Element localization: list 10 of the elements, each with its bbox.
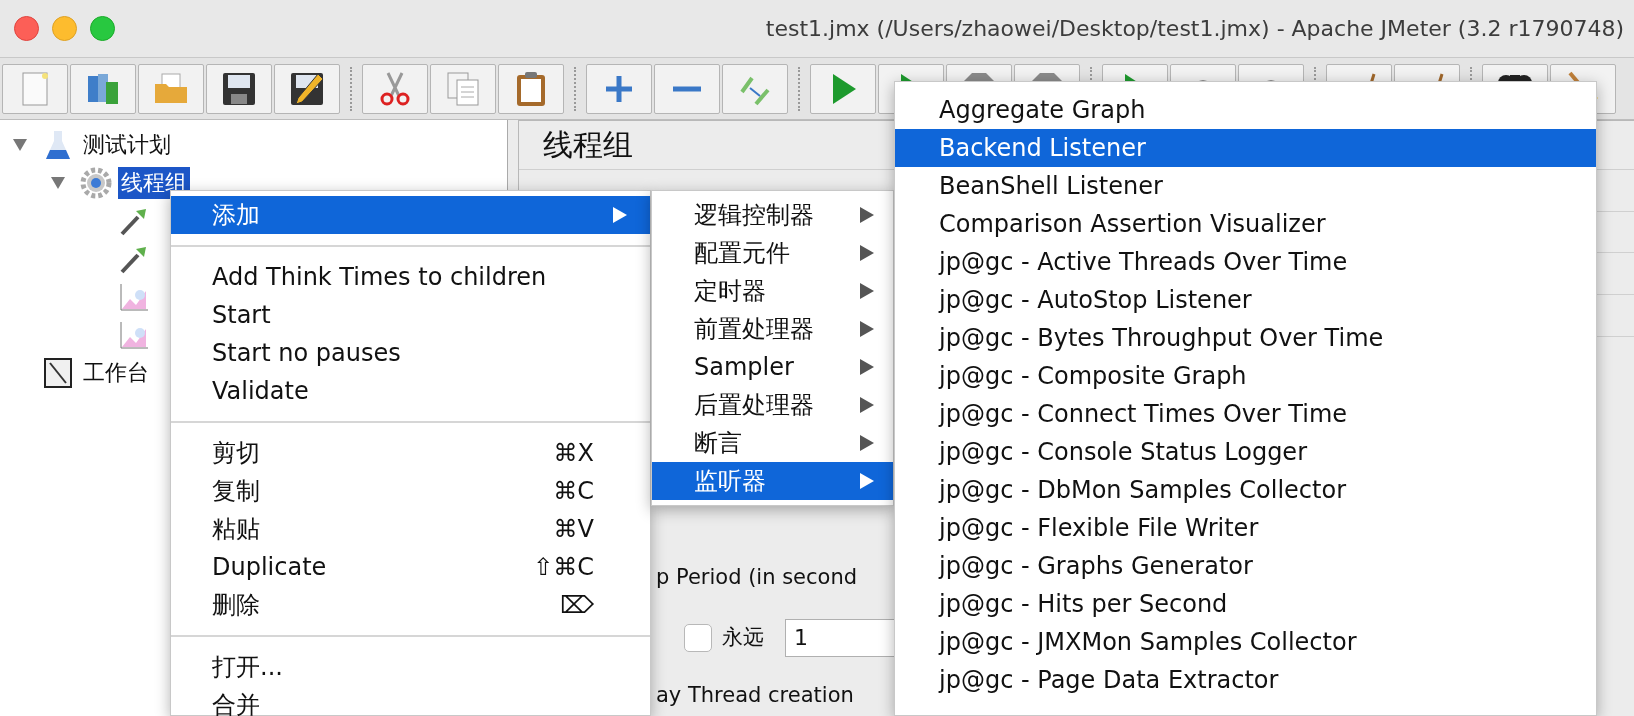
shortcut-label: ⌘X xyxy=(553,439,594,467)
shortcut-label: ⌘C xyxy=(553,477,594,505)
ramp-up-label: p Period (in second xyxy=(656,564,858,592)
shortcut-label: ⌘V xyxy=(553,515,594,543)
checkbox-label: 永远 xyxy=(722,624,764,652)
panel-title: 线程组 xyxy=(543,126,633,165)
delay-label: ay Thread creation xyxy=(656,682,854,710)
shortcut-label: ⇧⌘C xyxy=(533,553,594,581)
window-title: test1.jmx (/Users/zhaowei/Desktop/test1.jmx) - Apache JMeter (3.2 r1790748) xyxy=(765,15,1624,43)
shortcut-label: ⌦ xyxy=(560,591,594,619)
